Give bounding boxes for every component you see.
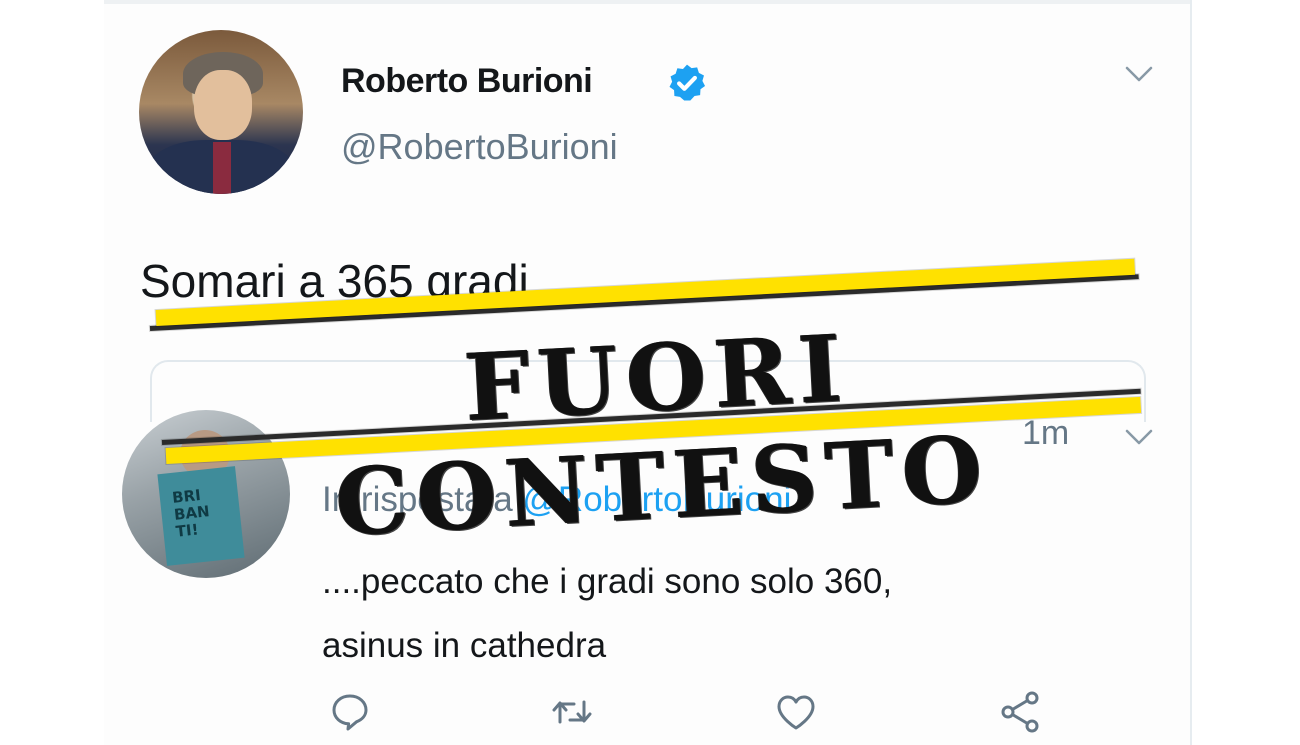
share-icon[interactable] [996,688,1044,736]
author-avatar[interactable] [139,30,303,194]
avatar-face [194,70,252,140]
author-handle[interactable]: @RobertoBurioni [341,126,618,168]
avatar-tie [213,142,231,194]
reply-text: ....peccato che i gradi sono solo 360, a… [322,550,1102,678]
reply-text-line: asinus in cathedra [322,626,607,665]
retweet-icon[interactable] [548,688,596,736]
heart-icon[interactable] [772,688,820,736]
reply-icon[interactable] [326,688,374,736]
author-name[interactable]: Roberto Burioni [341,62,593,101]
top-divider [104,0,1190,4]
verified-badge-icon [669,64,706,101]
reply-text-line: ....peccato che i gradi sono solo 360, [322,562,893,601]
fuori-contesto-stamp: FUORI CONTESTO [149,252,1150,557]
chevron-down-icon[interactable] [1124,64,1154,84]
page: Roberto Burioni @RobertoBurioni Somari a… [0,0,1300,745]
